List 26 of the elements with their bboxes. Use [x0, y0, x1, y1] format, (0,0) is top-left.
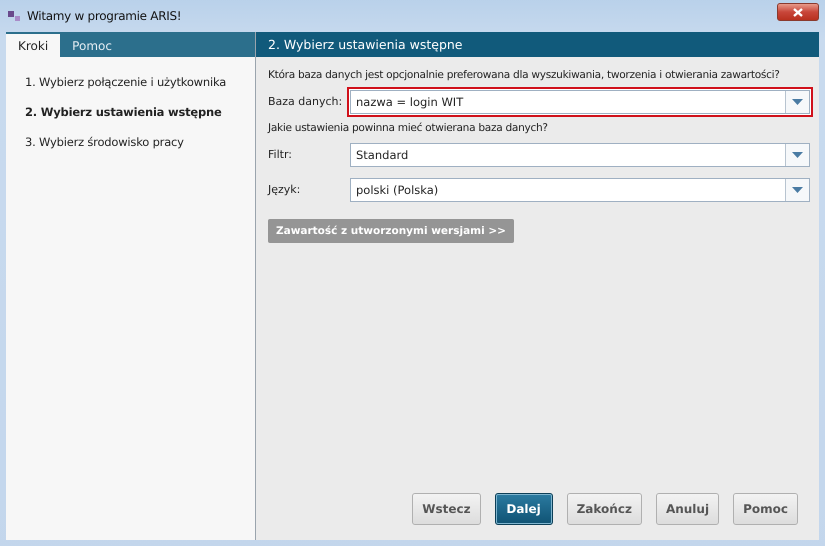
question-text: Jakie ustawienia powinna mieć otwierana baza danych?	[268, 121, 549, 136]
dropdown-arrow-icon[interactable]	[792, 98, 803, 104]
dialog-button[interactable]: Wstecz	[412, 493, 481, 525]
dropdown-field[interactable]: Standard	[350, 142, 810, 166]
field-label: Baza danych:	[268, 95, 344, 108]
dialog-button[interactable]: Pomoc	[733, 493, 798, 525]
dropdown-arrow-icon[interactable]	[792, 186, 803, 192]
window-title: Witamy w programie ARIS!	[27, 9, 182, 23]
app-icon	[8, 11, 21, 21]
page-header: 2. Wybierz ustawienia wstępne	[256, 32, 819, 57]
field-label: Filtr:	[268, 148, 293, 161]
step-item[interactable]: 2. Wybierz ustawienia wstępne	[25, 105, 255, 119]
dialog-button[interactable]: Anuluj	[656, 493, 720, 525]
close-icon	[791, 8, 805, 16]
dialog-button[interactable]: Zakończ	[566, 493, 642, 525]
field-label: Język:	[268, 183, 302, 196]
dropdown-arrow-icon[interactable]	[792, 152, 803, 158]
close-button[interactable]	[777, 3, 819, 21]
question-text: Która baza danych jest opcjonalnie preferowana dla wyszukiwania, tworzenia i otwierania zawartości?	[268, 68, 781, 83]
tab[interactable]: Kroki	[6, 34, 60, 57]
dropdown-field[interactable]: nazwa = login WIT	[347, 86, 813, 116]
step-item[interactable]: 1. Wybierz połączenie i użytkownika	[25, 75, 255, 89]
tab[interactable]: Pomoc	[60, 34, 124, 57]
step-item[interactable]: 3. Wybierz środowisko pracy	[25, 135, 255, 149]
dialog-button[interactable]: Dalej	[494, 493, 553, 525]
dropdown-field[interactable]: polski (Polska)	[350, 178, 810, 202]
